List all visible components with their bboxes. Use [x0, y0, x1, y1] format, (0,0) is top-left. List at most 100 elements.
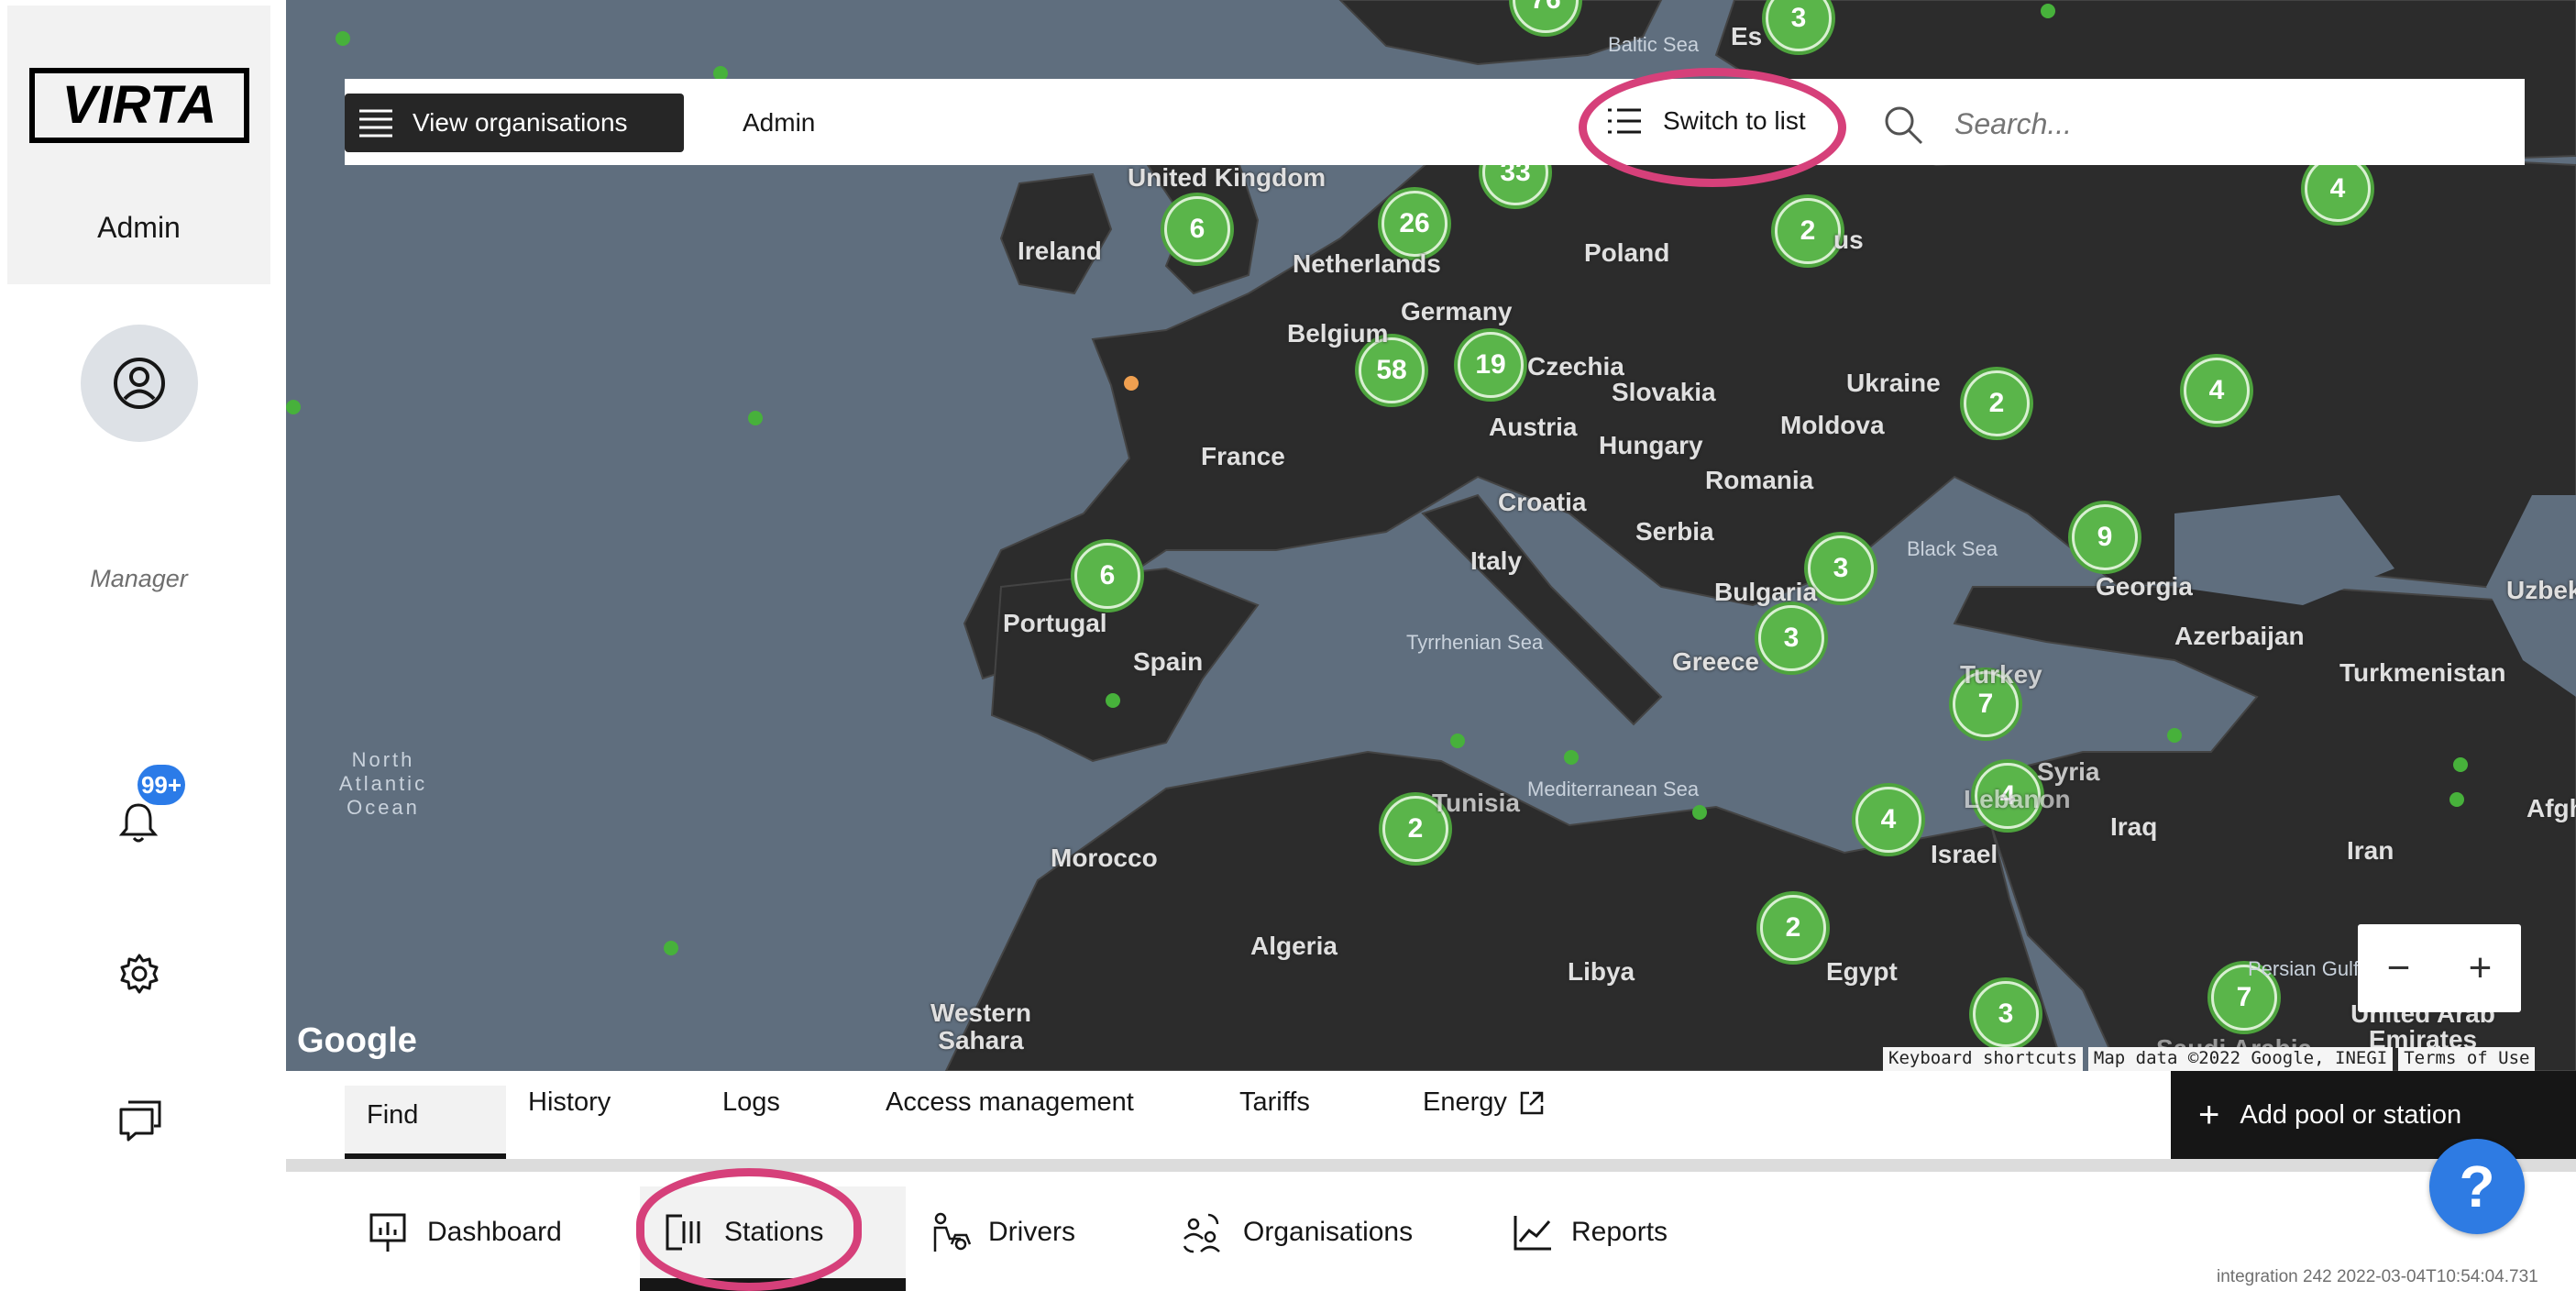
cluster-marker[interactable]: 2	[1964, 370, 2030, 436]
zoom-out-button[interactable]: −	[2358, 924, 2439, 1012]
nav-reports-label: Reports	[1571, 1217, 1668, 1247]
station-marker[interactable]	[1564, 750, 1579, 765]
country-label: Slovakia	[1612, 378, 1716, 406]
nav-reports[interactable]: Reports	[1513, 1203, 1668, 1262]
gear-icon[interactable]	[117, 952, 161, 996]
highlight-ring	[1579, 68, 1846, 187]
country-label: Greece	[1672, 647, 1759, 676]
country-label: Iran	[2347, 836, 2394, 865]
help-button[interactable]: ?	[2429, 1139, 2525, 1234]
station-marker[interactable]	[286, 400, 301, 414]
tab-tariffs[interactable]: Tariffs	[1239, 1087, 1310, 1118]
country-label: Algeria	[1250, 932, 1338, 960]
logo-text: VIRTA	[62, 75, 217, 135]
sea-label: Tyrrhenian Sea	[1406, 631, 1544, 654]
station-marker[interactable]	[2449, 792, 2464, 807]
view-organisations-button[interactable]: View organisations	[345, 94, 684, 152]
cluster-marker[interactable]: 3	[1758, 605, 1824, 671]
station-marker[interactable]	[336, 31, 350, 46]
country-label: Egypt	[1826, 957, 1898, 986]
country-label: Italy	[1470, 546, 1523, 575]
tab-access-management[interactable]: Access management	[886, 1087, 1134, 1118]
cluster-marker[interactable]: 4	[2305, 156, 2371, 222]
reports-icon	[1514, 1216, 1551, 1251]
google-logo: Google	[297, 1021, 417, 1060]
menu-icon	[359, 109, 392, 138]
view-organisations-label: View organisations	[413, 108, 628, 137]
country-label: Turkey	[1960, 660, 2042, 689]
nav-dashboard-label: Dashboard	[427, 1217, 562, 1247]
country-label: Turkmenistan	[2339, 658, 2506, 687]
country-label: Es	[1731, 22, 1763, 50]
country-label: Tunisia	[1432, 789, 1520, 817]
country-label: Moldova	[1780, 411, 1885, 439]
country-label: Israel	[1931, 840, 1998, 868]
cluster-marker[interactable]: 19	[1458, 332, 1524, 398]
bell-icon[interactable]	[116, 800, 161, 845]
driver-icon	[933, 1212, 972, 1252]
country-label: Georgia	[2096, 572, 2193, 601]
nav-dashboard[interactable]: Dashboard	[369, 1203, 562, 1262]
station-marker[interactable]	[2453, 757, 2468, 772]
country-label: Croatia	[1498, 488, 1587, 516]
station-marker[interactable]	[2167, 728, 2182, 743]
terms-link[interactable]: Terms of Use	[2398, 1047, 2536, 1071]
station-marker-orange[interactable]	[1124, 376, 1139, 391]
organisations-icon	[1183, 1213, 1220, 1253]
country-label: Azerbaijan	[2174, 622, 2305, 650]
country-label: Syria	[2037, 757, 2100, 786]
cluster-marker[interactable]: 4	[1855, 787, 1921, 853]
station-marker[interactable]	[748, 411, 763, 425]
search-icon[interactable]	[1883, 105, 1923, 145]
add-pool-or-station-label: Add pool or station	[2240, 1099, 2462, 1130]
station-marker[interactable]	[664, 941, 678, 955]
station-marker[interactable]	[1106, 693, 1120, 708]
country-label: Iraq	[2110, 812, 2158, 841]
cluster-marker[interactable]: 9	[2072, 504, 2138, 570]
tab-divider	[286, 1159, 2576, 1172]
cluster-marker[interactable]: 4	[2184, 358, 2250, 424]
external-link-icon	[1520, 1091, 1544, 1114]
keyboard-shortcuts-link[interactable]: Keyboard shortcuts	[1883, 1047, 2083, 1071]
country-label: Serbia	[1635, 517, 1714, 546]
country-label: Austria	[1489, 413, 1578, 441]
add-pool-or-station-button[interactable]: + Add pool or station	[2171, 1071, 2576, 1159]
cluster-marker[interactable]: 6	[1074, 543, 1140, 609]
search-input[interactable]	[1953, 95, 2488, 152]
sea-label: Baltic Sea	[1608, 33, 1700, 56]
country-label: us	[1833, 226, 1864, 254]
user-role: Manager	[90, 565, 188, 592]
sea-label: Black Sea	[1907, 537, 1998, 560]
country-label: Germany	[1401, 297, 1513, 326]
cluster-marker[interactable]: 26	[1382, 191, 1448, 257]
country-label: Morocco	[1051, 844, 1158, 872]
nav-organisations[interactable]: Organisations	[1181, 1203, 1413, 1262]
country-label: Spain	[1133, 647, 1204, 676]
tab-energy[interactable]: Energy	[1423, 1087, 1546, 1118]
chat-icon[interactable]	[117, 1097, 163, 1142]
country-label: Ireland	[1018, 237, 1102, 265]
nav-drivers[interactable]: Drivers	[930, 1203, 1075, 1262]
tab-history[interactable]: History	[528, 1087, 611, 1118]
breadcrumb: Admin	[743, 108, 816, 137]
map-data-text: Map data ©2022 Google, INEGI	[2087, 1047, 2394, 1071]
map-attribution: Keyboard shortcuts Map data ©2022 Google…	[1883, 1047, 2536, 1071]
country-label: Afgh	[2526, 794, 2576, 822]
cluster-marker[interactable]: 2	[1775, 198, 1841, 264]
cluster-marker[interactable]: 3	[1973, 981, 2039, 1047]
cluster-marker[interactable]: 6	[1164, 196, 1230, 262]
country-label: Uzbek	[2506, 576, 2576, 604]
station-marker[interactable]	[1450, 734, 1465, 748]
cluster-marker[interactable]: 3	[1808, 535, 1874, 601]
station-marker[interactable]	[1692, 805, 1707, 820]
virta-logo: VIRTA	[29, 68, 249, 143]
zoom-in-button[interactable]: +	[2439, 924, 2521, 1012]
user-avatar-button[interactable]	[81, 325, 198, 442]
country-label: Poland	[1584, 238, 1670, 267]
tab-find[interactable]: Find	[345, 1086, 506, 1159]
plus-icon: +	[2198, 1094, 2220, 1135]
cluster-marker[interactable]: 2	[1760, 895, 1826, 961]
tab-logs[interactable]: Logs	[722, 1087, 780, 1118]
station-marker[interactable]	[2041, 4, 2055, 18]
country-label: United Kingdom	[1128, 163, 1327, 192]
